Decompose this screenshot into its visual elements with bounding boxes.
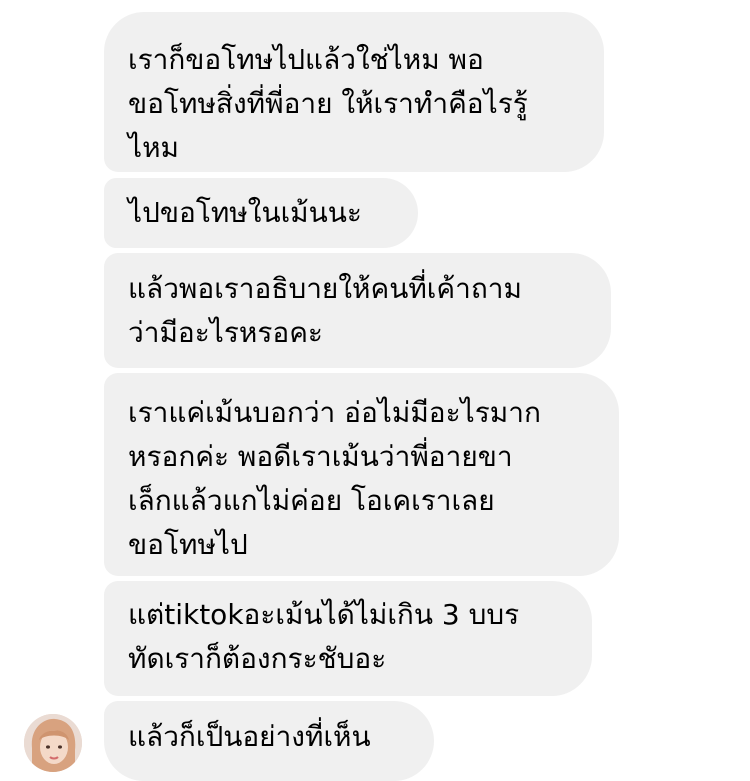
message-bubble-6[interactable]: แล้วก็เป็นอย่างที่เห็น bbox=[104, 701, 434, 781]
message-bubble-1[interactable]: เราก็ขอโทษไปแล้วใช่ไหม พอ ขอโทษสิ่งที่พี… bbox=[104, 12, 604, 172]
message-bubble-2[interactable]: ไปขอโทษในเม้นนะ bbox=[104, 178, 418, 248]
message-thread: เราก็ขอโทษไปแล้วใช่ไหม พอ ขอโทษสิ่งที่พี… bbox=[0, 0, 750, 781]
message-bubble-3[interactable]: แล้วพอเราอธิบายให้คนที่เค้าถาม ว่ามีอะไร… bbox=[104, 253, 611, 368]
message-bubble-4[interactable]: เราแค่เม้นบอกว่า อ่อไม่มีอะไรมาก หรอกค่ะ… bbox=[104, 373, 619, 576]
message-bubble-5[interactable]: แต่tiktokอะเม้นได้ไม่เกิน 3 บบร ทัดเราก็… bbox=[104, 581, 592, 696]
avatar[interactable] bbox=[24, 714, 82, 772]
avatar-image bbox=[24, 714, 82, 772]
